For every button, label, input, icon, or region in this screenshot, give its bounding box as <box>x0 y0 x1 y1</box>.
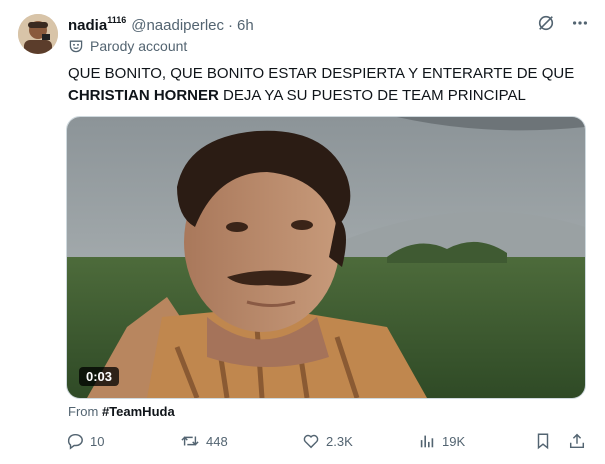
parody-label-text: Parody account <box>90 38 188 54</box>
repost-button[interactable]: 448 <box>180 432 228 450</box>
top-icons <box>537 14 589 37</box>
community-prefix: From <box>68 404 102 419</box>
bookmark-button[interactable] <box>534 432 552 450</box>
repost-icon <box>181 436 199 446</box>
reply-icon <box>67 433 83 450</box>
bookmark-icon <box>537 433 549 450</box>
like-count: 2.3K <box>326 433 353 449</box>
views-count: 19K <box>442 433 466 449</box>
post-text: QUE BONITO, QUE BONITO ESTAR DESPIERTA Y… <box>68 63 588 107</box>
reply-button[interactable]: 10 <box>66 432 104 450</box>
repost-count: 448 <box>206 433 228 449</box>
timestamp[interactable]: 6h <box>237 17 254 34</box>
grok-icon[interactable] <box>537 14 555 37</box>
handle[interactable]: @naadiperlec <box>131 17 224 34</box>
video-frame <box>67 117 585 398</box>
parody-mask-icon <box>69 40 83 53</box>
share-icon <box>569 433 585 449</box>
tweet[interactable]: nadia1116 @naadiperlec · 6h Parody accou… <box>0 0 605 464</box>
heart-icon <box>303 434 319 449</box>
video-duration: 0:03 <box>79 367 120 386</box>
avatar-image <box>18 14 58 54</box>
name-superscript: 1116 <box>107 15 127 25</box>
video-player[interactable]: 0:03 <box>66 116 586 399</box>
like-button[interactable]: 2.3K <box>302 432 353 450</box>
post-text-line1: QUE BONITO, QUE BONITO ESTAR DESPIERTA Y… <box>68 65 575 82</box>
post-header: nadia1116 @naadiperlec · 6h <box>68 14 589 36</box>
more-options-icon[interactable] <box>571 14 589 37</box>
views-chart-icon <box>420 435 434 448</box>
community-link[interactable]: #TeamHuda <box>102 404 175 419</box>
views-button[interactable]: 19K <box>418 432 465 450</box>
action-bar: 10 448 2.3K 19K <box>62 432 592 456</box>
avatar[interactable] <box>18 14 58 54</box>
post-text-bold: CHRISTIAN HORNER <box>68 87 219 104</box>
share-button[interactable] <box>568 432 586 450</box>
reply-count: 10 <box>90 433 105 449</box>
display-name[interactable]: nadia1116 <box>68 15 127 34</box>
separator-dot: · <box>228 16 234 34</box>
community-source: From #TeamHuda <box>68 404 175 419</box>
parody-label: Parody account <box>68 38 187 54</box>
post-text-rest: DEJA YA SU PUESTO DE TEAM PRINCIPAL <box>218 87 526 104</box>
